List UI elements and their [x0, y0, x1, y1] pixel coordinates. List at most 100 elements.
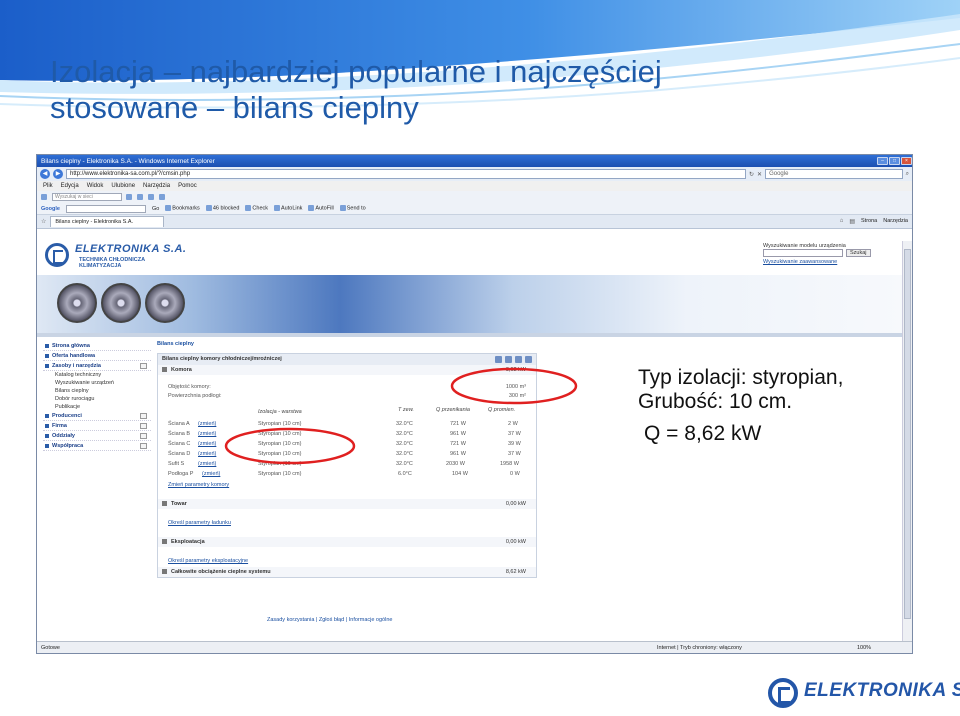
toolbar-icon-c[interactable] [148, 194, 154, 200]
sidebar-item-bilans-cieplny[interactable]: Bilans cieplny [43, 387, 151, 395]
sidebar-item-label: Strona główna [52, 343, 90, 349]
tab-bilans-cieplny[interactable]: Bilans cieplny - Elektronika S.A. [50, 216, 165, 227]
sidebar-item-strona-glowna[interactable]: Strona główna [43, 341, 151, 351]
menu-plik[interactable]: Plik [43, 183, 53, 189]
site-footer-links[interactable]: Zasady korzystania | Zgłoś błąd | Inform… [267, 617, 392, 623]
site-search-button[interactable]: Szukaj [846, 249, 871, 257]
area-value: 300 m² [508, 393, 526, 399]
scrollbar-thumb[interactable] [904, 249, 911, 619]
row-q1: 2030 W [446, 461, 465, 467]
star-icon [165, 205, 172, 212]
towar-value: 0,00 kW [505, 501, 526, 507]
popup-block-icon [205, 205, 212, 212]
stop-icon[interactable]: ✕ [757, 171, 762, 178]
expand-icon[interactable] [140, 423, 147, 429]
narzedzia-menu[interactable]: Narzędzia [883, 218, 908, 225]
sidebar-item-label: Oddziały [52, 433, 75, 439]
footer-logo: ELEKTRONIKA S.A. [768, 676, 960, 710]
check-button[interactable]: Check [245, 205, 268, 212]
operation-params-link[interactable]: Określ parametry eksploatacyjne [158, 555, 536, 567]
sidebar-item-label: Dobór rurociągu [55, 396, 95, 402]
maximize-button[interactable]: □ [889, 157, 900, 165]
change-link[interactable]: (zmień) [198, 449, 216, 459]
favorites-star-icon[interactable]: ☆ [41, 218, 46, 225]
menu-narzedzia[interactable]: Narzędzia [143, 183, 170, 189]
forward-arrow-icon[interactable]: ▶ [53, 169, 63, 179]
autofill-button[interactable]: AutoFill [308, 205, 334, 212]
change-link[interactable]: (zmień) [198, 429, 216, 439]
sidebar-item-wyszukiwanie-urzadzen[interactable]: Wyszukiwanie urządzeń [43, 379, 151, 387]
tab-bar: ☆ Bilans cieplny - Elektronika S.A. ⌂ ▤ … [37, 215, 912, 229]
section-eksploatacja[interactable]: Eksploatacja 0,00 kW [158, 537, 536, 547]
search-icon[interactable]: ⌕ [906, 171, 909, 178]
strona-menu[interactable]: Strona [861, 218, 877, 225]
vertical-scrollbar[interactable] [902, 241, 912, 641]
google-toolbar-input[interactable] [65, 204, 146, 213]
sidebar-item-oferta-handlowa[interactable]: Oferta handlowa [43, 351, 151, 361]
autolink-button[interactable]: AutoLink [274, 205, 302, 212]
sidebar-item-dobor-rurociagu[interactable]: Dobór rurociągu [43, 395, 151, 403]
table-row: Ściana C (zmień) Styropian (10 cm) 32.0°… [158, 439, 536, 449]
area-row: Powierzchnia podłogi: 300 m² [158, 392, 536, 401]
menu-widok[interactable]: Widok [87, 183, 104, 189]
change-link[interactable]: (zmień) [198, 459, 216, 469]
blocked-label: 46 blocked [212, 205, 240, 212]
toolbar-icon-a[interactable] [126, 194, 132, 200]
close-button[interactable]: × [901, 157, 912, 165]
autolink-icon [274, 205, 281, 212]
back-arrow-icon[interactable]: ◀ [40, 169, 50, 179]
web-search-input[interactable]: Wyszukaj w sieci [52, 193, 122, 201]
advanced-search-link[interactable]: Wyszukiwanie zaawansowane [763, 259, 883, 265]
popup-blocked-button[interactable]: 46 blocked [205, 205, 240, 212]
send-to-button[interactable]: Send to [339, 205, 366, 212]
menu-pomoc[interactable]: Pomoc [178, 183, 197, 189]
site-sidebar: Strona główna Oferta handlowa Zasoby i n… [43, 341, 151, 451]
expand-icon[interactable] [140, 433, 147, 439]
sidebar-item-wspolpraca[interactable]: Współpraca [43, 441, 151, 451]
sidebar-item-producenci[interactable]: Producenci [43, 411, 151, 421]
delete-icon[interactable] [525, 356, 532, 363]
print-icon[interactable]: ▤ [849, 218, 855, 225]
bookmarks-button[interactable]: Bookmarks [165, 205, 200, 212]
page-title: Bilans cieplny [157, 341, 194, 347]
menu-edycja[interactable]: Edycja [61, 183, 79, 189]
site-logo-name: ELEKTRONIKA S.A. [75, 243, 187, 255]
site-logo[interactable]: ELEKTRONIKA S.A. TECHNIKA CHŁODNICZA KLI… [43, 241, 223, 275]
print-icon[interactable] [505, 356, 512, 363]
sidebar-item-zasoby-i-narzedzia[interactable]: Zasoby i narzędzia [43, 361, 151, 371]
browser-search-input[interactable]: Google [765, 169, 903, 179]
sidebar-item-label: Firma [52, 423, 67, 429]
menu-ulubione[interactable]: Ulubione [111, 183, 135, 189]
row-insulation: Styropian (10 cm) [258, 441, 302, 447]
expand-icon[interactable] [140, 363, 147, 369]
change-link[interactable]: (zmień) [198, 439, 216, 449]
sidebar-item-oddzialy[interactable]: Oddziały [43, 431, 151, 441]
expand-icon[interactable] [140, 443, 147, 449]
change-link[interactable]: (zmień) [198, 419, 216, 429]
refresh-icon[interactable]: ↻ [749, 171, 754, 178]
home-icon[interactable]: ⌂ [840, 218, 844, 225]
toolbar-icon-d[interactable] [159, 194, 165, 200]
cargo-params-link[interactable]: Określ parametry ładunku [158, 517, 536, 529]
sidebar-item-firma[interactable]: Firma [43, 421, 151, 431]
change-room-params-link[interactable]: Zmień parametry komory [158, 479, 536, 491]
section-towar[interactable]: Towar 0,00 kW [158, 499, 536, 509]
toolbar-icon-b[interactable] [137, 194, 143, 200]
sidebar-item-katalog-techniczny[interactable]: Katalog techniczny [43, 371, 151, 379]
zoom-level[interactable]: 100% [857, 642, 871, 653]
site-logo-tagline: TECHNIKA CHŁODNICZA KLIMATYZACJA [79, 257, 145, 269]
export-icon[interactable] [515, 356, 522, 363]
section-label: Towar [171, 501, 187, 507]
sidebar-item-publikacje[interactable]: Publikacje [43, 403, 151, 411]
address-input[interactable]: http://www.elektronika-sa.com.pl/?/cmsin… [66, 169, 746, 179]
section-komora[interactable]: Komora 8,62 kW [158, 365, 536, 375]
site-search: Wyszukiwanie modelu urządzenia Szukaj Wy… [763, 243, 883, 265]
expand-icon[interactable] [140, 413, 147, 419]
minimize-button[interactable]: – [877, 157, 888, 165]
change-link[interactable]: (zmień) [202, 469, 220, 479]
site-search-input[interactable] [763, 249, 843, 257]
go-button[interactable]: Go [152, 206, 159, 212]
row-name: Sufit S [168, 461, 185, 467]
row-temp: 32.0°C [396, 431, 413, 437]
save-icon[interactable] [495, 356, 502, 363]
